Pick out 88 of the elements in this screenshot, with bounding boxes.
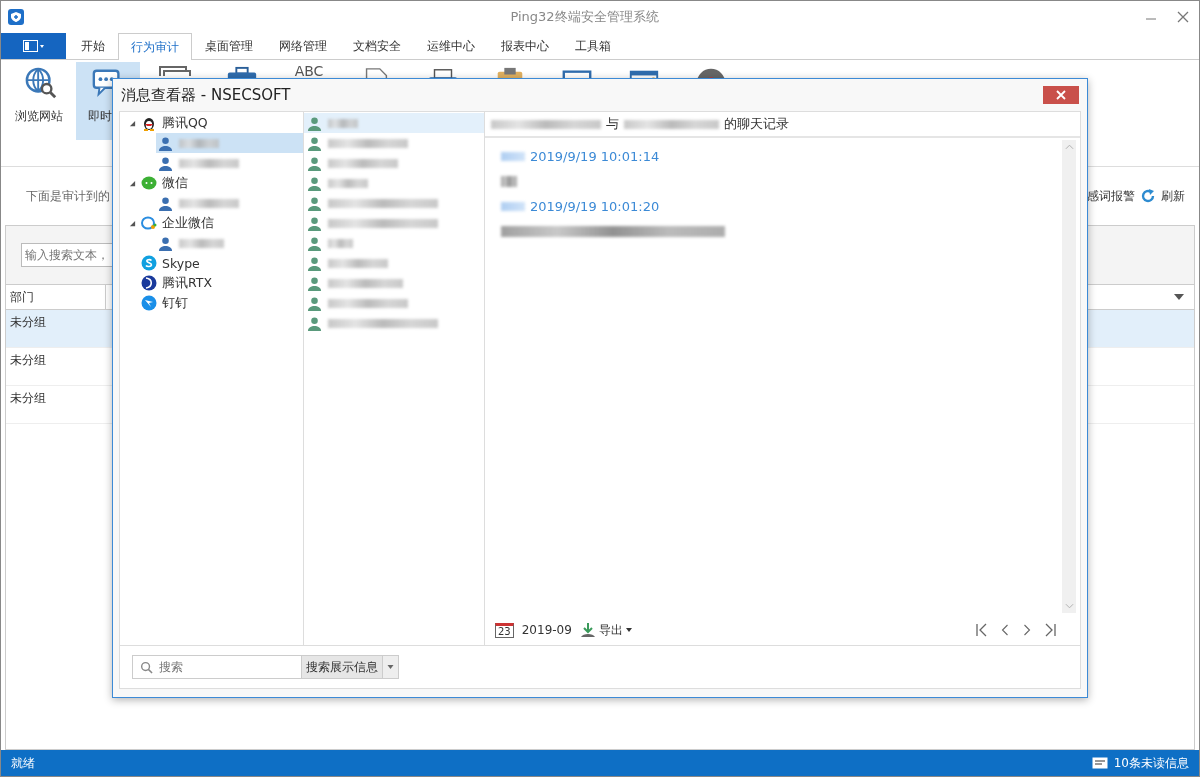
search-field[interactable]: 搜索 (132, 655, 302, 679)
tree-item[interactable]: 腾讯RTX (120, 273, 303, 293)
status-text: 就绪 (11, 754, 35, 772)
expanded-arrow-icon[interactable] (129, 179, 136, 187)
column-header[interactable]: 部门 (6, 285, 106, 309)
globe-search-icon (24, 66, 58, 100)
person-icon (307, 215, 322, 231)
alert-link[interactable]: 感词报警 (1087, 187, 1135, 205)
person-icon (158, 235, 173, 251)
search-icon (140, 661, 153, 674)
dropdown-button[interactable] (383, 655, 399, 679)
redacted-text (179, 138, 219, 148)
person-icon (158, 195, 173, 211)
redacted-text (328, 158, 398, 168)
previous-page-icon[interactable] (1000, 623, 1010, 637)
menu-tab[interactable]: 工具箱 (562, 33, 624, 59)
unread-messages[interactable]: 10条未读信息 (1113, 754, 1189, 772)
close-icon (1056, 90, 1066, 100)
round-logo-icon (141, 295, 157, 311)
redacted-sender (501, 151, 525, 161)
refresh-icon[interactable] (1140, 188, 1156, 204)
close-button[interactable] (1043, 86, 1079, 104)
mail-icon[interactable] (1091, 757, 1108, 769)
window-title: Ping32终端安全管理系统 (509, 8, 660, 26)
last-page-icon[interactable] (1044, 623, 1056, 637)
person-icon (307, 195, 322, 211)
calendar-icon[interactable]: 23 (495, 622, 514, 638)
chat-title-text: 与 (606, 115, 619, 133)
redacted-sender (501, 201, 525, 211)
redacted-text (328, 238, 353, 248)
menu-tab[interactable]: 运维中心 (414, 33, 488, 59)
redacted-text (328, 178, 368, 188)
contact-item[interactable] (304, 113, 484, 133)
round-logo-icon (141, 275, 157, 291)
menu-tab[interactable]: 开始 (68, 33, 118, 59)
tree-item[interactable]: 微信 (120, 173, 303, 193)
person-icon (307, 135, 322, 151)
message-time: 2019/9/19 10:01:20 (530, 198, 660, 214)
tree-item[interactable]: 钉钉 (120, 293, 303, 313)
redacted-message (501, 175, 517, 187)
redacted-text (179, 238, 224, 248)
expanded-arrow-icon[interactable] (129, 119, 136, 127)
spelling-icon: ABC (294, 63, 324, 79)
expanded-arrow-icon[interactable] (129, 219, 136, 227)
month-label: 2019-09 (521, 623, 572, 637)
tree-item[interactable]: Skype (120, 253, 303, 273)
message-time: 2019/9/19 10:01:14 (530, 148, 660, 164)
caret-icon (625, 628, 632, 632)
tree-item[interactable]: 企业微信 (120, 213, 303, 233)
menu-tab[interactable]: 网络管理 (266, 33, 340, 59)
speech-bubble-icon (141, 215, 157, 231)
close-icon[interactable] (1177, 11, 1189, 23)
menu-tab[interactable]: 报表中心 (488, 33, 562, 59)
tree-contact[interactable] (156, 133, 303, 153)
redacted-text (328, 258, 388, 268)
app-logo-icon (8, 9, 24, 25)
first-page-icon[interactable] (976, 623, 988, 637)
speech-bubble-icon (141, 175, 157, 191)
panel-icon (22, 40, 45, 52)
export-button[interactable]: 导出 (579, 621, 632, 639)
penguin-icon (141, 115, 157, 131)
menu-tab[interactable]: 行为审计 (118, 33, 192, 60)
redacted-text (179, 198, 239, 208)
redacted-text (328, 118, 358, 128)
app-menu-button[interactable] (1, 33, 66, 59)
next-page-icon[interactable] (1022, 623, 1032, 637)
person-icon (307, 235, 322, 251)
chat-title-text: 的聊天记录 (724, 115, 789, 133)
person-icon (158, 135, 173, 151)
dropdown-icon[interactable] (1174, 294, 1184, 300)
person-icon (307, 315, 322, 331)
person-icon (307, 115, 322, 131)
redacted-text (179, 158, 239, 168)
menu-tab[interactable]: 文档安全 (340, 33, 414, 59)
person-icon (307, 155, 322, 171)
ribbon-button[interactable]: 浏览网站 (9, 62, 73, 140)
skype-icon (141, 255, 157, 271)
person-icon (307, 275, 322, 291)
refresh-link[interactable]: 刷新 (1161, 187, 1185, 205)
person-icon (307, 295, 322, 311)
person-icon (307, 175, 322, 191)
caret-icon (387, 665, 394, 669)
search-mode-button[interactable]: 搜索展示信息 (302, 655, 383, 679)
person-icon (307, 255, 322, 271)
person-icon (158, 155, 173, 171)
download-icon (579, 622, 596, 638)
hint-text: 下面是审计到的 (26, 187, 110, 205)
menu-tab[interactable]: 桌面管理 (192, 33, 266, 59)
